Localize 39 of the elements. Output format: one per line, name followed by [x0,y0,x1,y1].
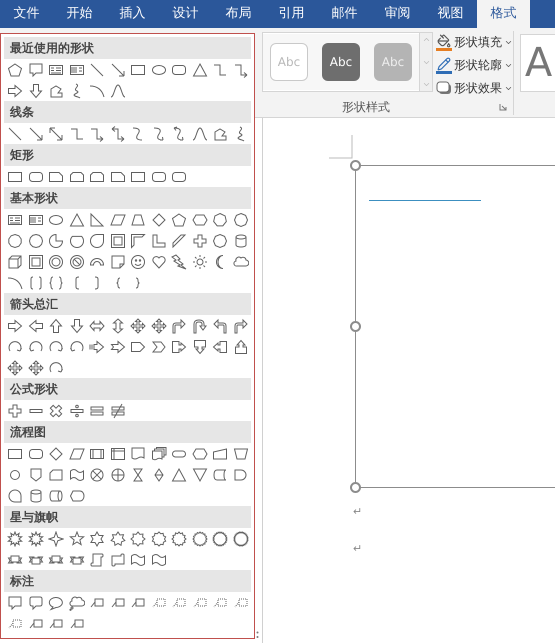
resize-handle[interactable] [350,160,361,171]
section-header: 基本形状 [4,187,251,209]
four-point-star-icon[interactable] [46,528,66,549]
ribbon-tab[interactable]: 审阅 [371,0,424,28]
wordart-style-preview[interactable]: A [520,34,555,92]
shape-format-button[interactable]: 形状轮廓 [436,55,513,75]
paragraph-mark: ↵ [353,506,362,517]
ribbon-tab[interactable]: 布局 [212,0,265,28]
ribbon-tab[interactable]: 文件 [0,0,53,28]
pencil-icon [436,56,452,74]
ribbon-tab[interactable]: 设计 [159,0,212,28]
paint-bucket-icon [436,34,452,50]
paragraph-mark: ↵ [353,543,362,554]
ribbon-tab[interactable]: 开始 [53,0,106,28]
dialog-launcher-icon[interactable] [499,103,507,111]
resize-handle[interactable] [350,321,361,332]
shape-style-swatch[interactable]: Abc [322,43,360,81]
ribbon-tab[interactable]: 视图 [424,0,477,28]
shape-format-button[interactable]: 形状效果 [436,78,513,98]
section-header: 流程图 [4,421,251,443]
explosion-icon[interactable] [5,528,26,549]
ribbon-tab[interactable]: 引用 [265,0,318,28]
group-label: 形状样式 [342,99,390,116]
shape-format-button[interactable]: 形状填充 [436,32,513,52]
resize-grip-icon[interactable] [256,631,259,639]
page-corner-mark [329,135,353,159]
ribbon-tab[interactable]: 邮件 [318,0,371,28]
ribbon-tab[interactable]: 插入 [106,0,159,28]
resize-handle[interactable] [350,482,361,493]
section-header: 最近使用的形状 [4,37,251,59]
explosion-icon[interactable] [26,528,46,549]
section-header: 矩形 [4,144,251,166]
section-header: 线条 [4,101,251,123]
section-header: 箭头总汇 [4,293,251,315]
section-header: 公式形状 [4,378,251,400]
section-header: 星与旗帜 [4,506,251,528]
ribbon-tab[interactable]: 格式 [477,0,530,28]
shape-effects-icon [436,80,452,96]
section-header: 标注 [4,570,251,592]
